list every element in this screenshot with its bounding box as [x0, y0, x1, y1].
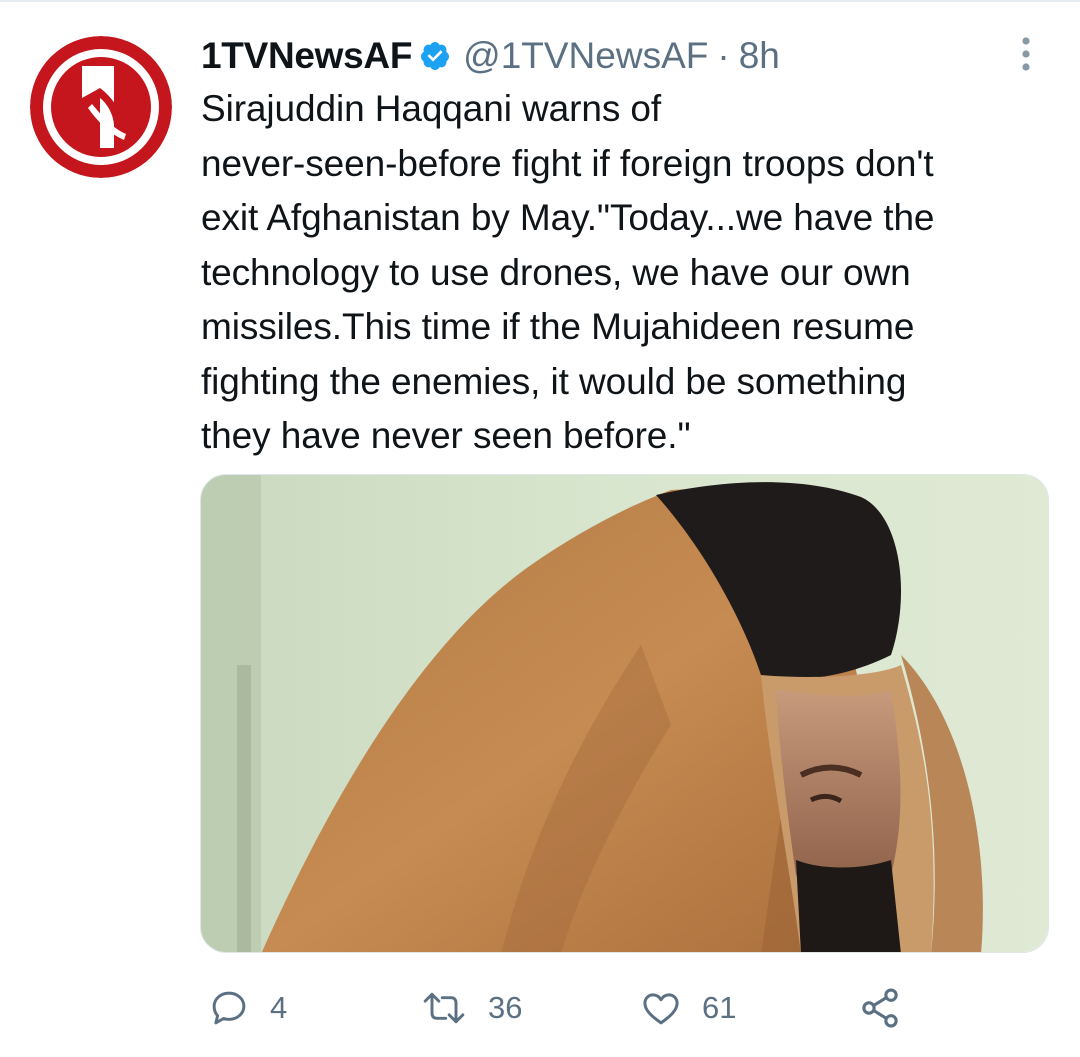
like-count: 61	[702, 990, 737, 1025]
retweet-button[interactable]: 36	[420, 978, 522, 1038]
tweet-image[interactable]	[200, 474, 1049, 953]
photo-image	[201, 475, 1048, 952]
timestamp[interactable]: 8h	[739, 35, 780, 77]
heart-icon	[643, 993, 679, 1025]
more-options-button[interactable]	[1008, 36, 1044, 72]
user-handle[interactable]: @1TVNewsAF	[463, 35, 708, 77]
verified-badge-icon	[419, 40, 451, 72]
more-vertical-icon	[1022, 37, 1030, 71]
reply-count: 4	[270, 990, 288, 1025]
reply-button[interactable]: 4	[208, 978, 287, 1038]
tweet-text: Sirajuddin Haqqani warns of never-seen-b…	[201, 88, 935, 456]
share-icon	[862, 988, 898, 1028]
avatar[interactable]	[30, 36, 172, 178]
tweet-actions: 4 36 61	[0, 978, 1080, 1038]
share-button[interactable]	[858, 978, 902, 1038]
separator-dot: ·	[717, 35, 730, 76]
retweet-count: 36	[488, 990, 523, 1025]
channel-logo-icon	[30, 36, 172, 178]
display-name[interactable]: 1TVNewsAF	[201, 35, 412, 77]
like-button[interactable]: 61	[640, 978, 736, 1038]
reply-icon	[212, 991, 246, 1025]
tweet-header: 1TVNewsAF @1TVNewsAF · 8h	[201, 30, 780, 82]
tweet[interactable]: 1TVNewsAF @1TVNewsAF · 8h Sirajuddin Haq…	[0, 0, 1080, 1057]
retweet-icon	[423, 992, 465, 1024]
